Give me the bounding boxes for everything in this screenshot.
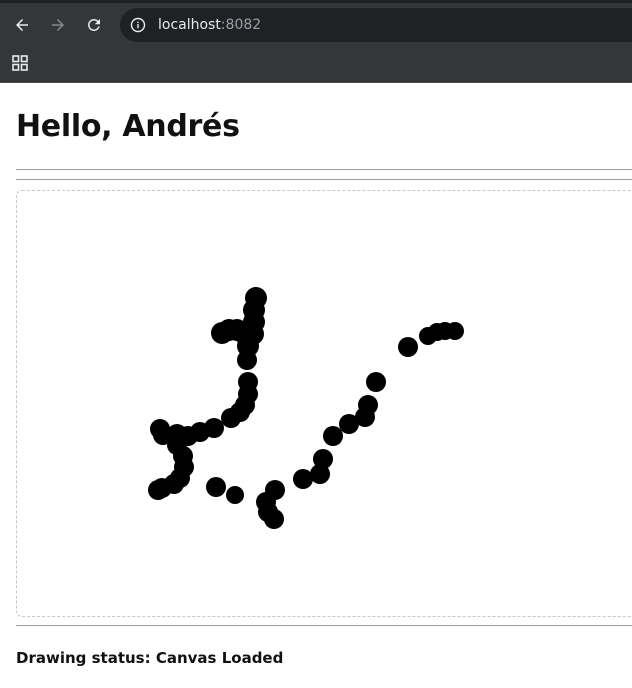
ink-dot bbox=[148, 480, 168, 500]
ink-dot bbox=[366, 372, 386, 392]
ink-dot bbox=[237, 350, 257, 370]
site-info-icon[interactable] bbox=[130, 17, 146, 33]
divider bbox=[16, 179, 632, 180]
ink-dot bbox=[206, 477, 226, 497]
arrow-right-icon bbox=[52, 19, 64, 31]
url-host: localhost bbox=[158, 17, 221, 33]
ink-dot bbox=[313, 449, 333, 469]
forward-button[interactable] bbox=[44, 11, 72, 39]
bookmarks-bar bbox=[0, 50, 632, 83]
status-label: Drawing status: bbox=[16, 649, 151, 667]
arrow-left-icon bbox=[16, 19, 28, 31]
url-text: localhost:8082 bbox=[158, 17, 261, 33]
page-content: Hello, Andrés Drawing status: Canvas Loa… bbox=[0, 83, 632, 688]
divider bbox=[16, 625, 632, 626]
ink-dot bbox=[446, 322, 464, 340]
ink-dot bbox=[221, 408, 241, 428]
drawing-status: Drawing status: Canvas Loaded bbox=[16, 649, 283, 667]
drawing-strokes bbox=[148, 287, 464, 529]
ink-dot bbox=[226, 486, 244, 504]
reload-button[interactable] bbox=[80, 11, 108, 39]
url-port: :8082 bbox=[220, 17, 262, 33]
ink-dot bbox=[398, 337, 418, 357]
page-title: Hello, Andrés bbox=[16, 109, 240, 144]
back-button[interactable] bbox=[8, 11, 36, 39]
status-value: Canvas Loaded bbox=[155, 649, 284, 667]
reload-icon bbox=[87, 18, 100, 31]
drawing-canvas[interactable] bbox=[16, 190, 632, 617]
ink-dot bbox=[358, 395, 378, 415]
divider bbox=[16, 169, 632, 170]
address-bar[interactable]: localhost:8082 bbox=[120, 8, 632, 42]
ink-dot bbox=[293, 469, 313, 489]
ink-dot bbox=[323, 426, 343, 446]
apps-grid-icon[interactable] bbox=[12, 55, 28, 71]
ink-dot bbox=[264, 509, 284, 529]
